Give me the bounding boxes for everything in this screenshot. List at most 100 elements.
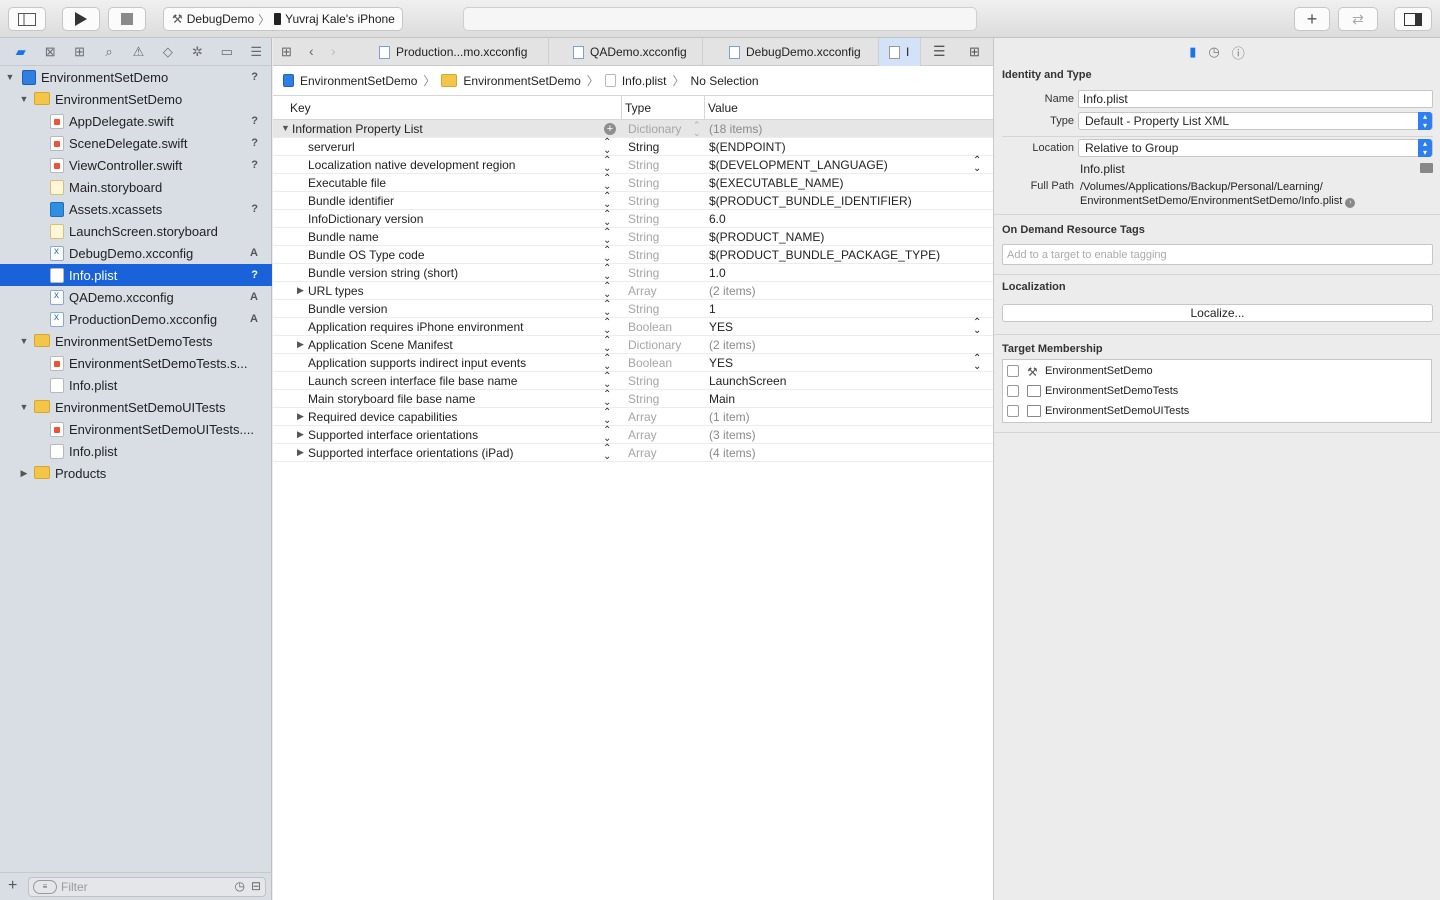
navigator-toggle-button[interactable] bbox=[8, 7, 46, 31]
report-tab[interactable]: ☰ bbox=[242, 38, 271, 66]
plist-type[interactable]: Array bbox=[628, 428, 657, 442]
plist-value[interactable]: $(ENDPOINT) bbox=[709, 140, 786, 154]
type-stepper-icon[interactable]: ⌃ ⌄ bbox=[693, 121, 701, 138]
add-file-icon[interactable]: + bbox=[8, 877, 17, 895]
plist-row[interactable]: Bundle version ⌃ ⌄ String 1 bbox=[273, 300, 993, 318]
disclosure-open-icon[interactable]: ▼ bbox=[4, 72, 16, 82]
disclosure-closed-icon[interactable]: ▶ bbox=[297, 429, 304, 440]
key-stepper-icon[interactable]: ⌃ ⌄ bbox=[603, 210, 611, 228]
reveal-arrow-icon[interactable]: › bbox=[1345, 198, 1356, 208]
plist-key[interactable]: Information Property List bbox=[292, 122, 423, 136]
localize-button[interactable]: Localize... bbox=[1002, 304, 1433, 322]
plist-type[interactable]: String bbox=[628, 194, 659, 208]
tree-item[interactable]: Info.plist bbox=[0, 440, 272, 462]
plist-value[interactable]: $(DEVELOPMENT_LANGUAGE) bbox=[709, 158, 888, 172]
plist-value[interactable]: (18 items) bbox=[709, 122, 762, 136]
tree-item[interactable]: DebugDemo.xcconfig A bbox=[0, 242, 272, 264]
plist-row[interactable]: Bundle name ⌃ ⌄ String $(PRODUCT_NAME) bbox=[273, 228, 993, 246]
key-stepper-icon[interactable]: ⌃ ⌄ bbox=[603, 174, 611, 192]
tree-item[interactable]: ProductionDemo.xcconfig A bbox=[0, 308, 272, 330]
disclosure-closed-icon[interactable]: ▶ bbox=[18, 468, 30, 479]
plist-type[interactable]: Dictionary bbox=[628, 338, 681, 352]
key-stepper-icon[interactable]: ⌃ ⌄ bbox=[603, 390, 611, 408]
disclosure-open-icon[interactable]: ▼ bbox=[18, 402, 30, 412]
key-stepper-icon[interactable]: ⌃ ⌄ bbox=[603, 192, 611, 210]
plist-key[interactable]: Bundle OS Type code bbox=[308, 248, 425, 262]
back-arrow-icon[interactable]: ‹ bbox=[309, 43, 314, 59]
disclosure-closed-icon[interactable]: ▶ bbox=[297, 339, 304, 350]
type-popup[interactable]: Default - Property List XML ▴ ▾ bbox=[1078, 112, 1433, 130]
tree-item[interactable]: ▶ Products bbox=[0, 462, 272, 484]
code-review-button[interactable]: ⇄ bbox=[1338, 7, 1378, 31]
folder-icon[interactable] bbox=[1420, 163, 1433, 173]
plist-key[interactable]: Application supports indirect input even… bbox=[308, 356, 526, 370]
plist-row[interactable]: Executable file ⌃ ⌄ String $(EXECUTABLE_NAME… bbox=[273, 174, 993, 192]
run-button[interactable] bbox=[62, 7, 100, 31]
tree-item[interactable]: EnvironmentSetDemoUITests.... bbox=[0, 418, 272, 440]
plist-key[interactable]: serverurl bbox=[308, 140, 355, 154]
breakpoint-tab[interactable]: ▭ bbox=[212, 38, 241, 66]
related-items-icon[interactable]: ⊞ bbox=[281, 44, 292, 60]
key-column-header[interactable]: Key bbox=[290, 101, 311, 115]
disclosure-open-icon[interactable]: ▼ bbox=[18, 336, 30, 346]
key-stepper-icon[interactable]: ⌃ ⌄ bbox=[603, 228, 611, 246]
disclosure-closed-icon[interactable]: ▶ bbox=[297, 411, 304, 422]
plist-key[interactable]: Required device capabilities bbox=[308, 410, 457, 424]
tree-item[interactable]: AppDelegate.swift? bbox=[0, 110, 272, 132]
value-popup-icon[interactable]: ⌃ ⌄ bbox=[973, 156, 981, 174]
disclosure-open-icon[interactable]: ▼ bbox=[18, 94, 30, 104]
recent-files-icon[interactable]: ◷ bbox=[235, 879, 245, 893]
plist-row[interactable]: ▶ URL types ⌃ ⌄ Array (2 items) bbox=[273, 282, 993, 300]
stop-button[interactable] bbox=[108, 7, 146, 31]
plist-key[interactable]: Supported interface orientations bbox=[308, 428, 478, 442]
plist-row[interactable]: ▶ Supported interface orientations (iPad)… bbox=[273, 444, 993, 462]
jumpbar-selection[interactable]: No Selection bbox=[691, 74, 759, 88]
plist-key[interactable]: Bundle identifier bbox=[308, 194, 394, 208]
add-item-icon[interactable]: + bbox=[604, 123, 616, 135]
target-checkbox[interactable] bbox=[1007, 365, 1019, 377]
symbol-tab[interactable]: ⊞ bbox=[65, 38, 94, 66]
column-divider[interactable] bbox=[621, 96, 622, 120]
tree-item[interactable]: ViewController.swift? bbox=[0, 154, 272, 176]
plist-key[interactable]: Localization native development region bbox=[308, 158, 515, 172]
test-tab[interactable]: ◇ bbox=[153, 38, 182, 66]
plist-type[interactable]: String bbox=[628, 374, 659, 388]
disclosure-closed-icon[interactable]: ▶ bbox=[297, 447, 304, 458]
tab-production-xcconfig[interactable]: Production...mo.xcconfig bbox=[369, 38, 549, 66]
plist-type[interactable]: String bbox=[628, 266, 659, 280]
plist-value[interactable]: Main bbox=[709, 392, 735, 406]
tree-item[interactable]: ▼ EnvironmentSetDemo? bbox=[0, 66, 272, 88]
help-inspector-icon[interactable]: ⓘ bbox=[1232, 43, 1245, 62]
target-row[interactable]: EnvironmentSetDemoUITests bbox=[1003, 401, 1431, 421]
plist-value[interactable]: 1.0 bbox=[709, 266, 726, 280]
history-inspector-icon[interactable]: ◷ bbox=[1208, 44, 1219, 60]
plist-type[interactable]: Boolean bbox=[628, 356, 672, 370]
filter-input[interactable]: ≡ Filter ◷ ⊟ bbox=[28, 877, 266, 897]
plist-type[interactable]: Boolean bbox=[628, 320, 672, 334]
plist-row[interactable]: ▶ Application Scene Manifest ⌃ ⌄ Dictionary (… bbox=[273, 336, 993, 354]
plist-key[interactable]: Bundle name bbox=[308, 230, 379, 244]
plist-value[interactable]: $(PRODUCT_BUNDLE_PACKAGE_TYPE) bbox=[709, 248, 940, 262]
plist-type[interactable]: String bbox=[628, 230, 659, 244]
key-stepper-icon[interactable]: ⌃ ⌄ bbox=[603, 246, 611, 264]
name-field[interactable]: Info.plist bbox=[1078, 90, 1433, 108]
tree-item[interactable]: QADemo.xcconfig A bbox=[0, 286, 272, 308]
tab-debugdemo-xcconfig[interactable]: DebugDemo.xcconfig bbox=[719, 38, 879, 66]
tree-item[interactable]: EnvironmentSetDemoTests.s... bbox=[0, 352, 272, 374]
value-column-header[interactable]: Value bbox=[708, 101, 738, 115]
key-stepper-icon[interactable]: ⌃ ⌄ bbox=[603, 282, 611, 300]
source-control-filter-icon[interactable]: ⊟ bbox=[251, 879, 261, 893]
plist-type[interactable]: String bbox=[628, 248, 659, 262]
debug-tab[interactable]: ✲ bbox=[183, 38, 212, 66]
plist-type[interactable]: String bbox=[628, 140, 659, 154]
plist-row[interactable]: Bundle identifier ⌃ ⌄ String $(PRODUCT_BUNDL… bbox=[273, 192, 993, 210]
plist-row[interactable]: Localization native development region ⌃ ⌄… bbox=[273, 156, 993, 174]
odr-tags-field[interactable]: Add to a target to enable tagging bbox=[1002, 244, 1433, 265]
plist-key[interactable]: Bundle version string (short) bbox=[308, 266, 458, 280]
key-stepper-icon[interactable]: ⌃ ⌄ bbox=[603, 408, 611, 426]
plist-row[interactable]: Bundle version string (short) ⌃ ⌄ String 1.0 bbox=[273, 264, 993, 282]
key-stepper-icon[interactable]: ⌃ ⌄ bbox=[603, 426, 611, 444]
key-stepper-icon[interactable]: ⌃ ⌄ bbox=[603, 264, 611, 282]
plist-key[interactable]: Application Scene Manifest bbox=[308, 338, 453, 352]
forward-arrow-icon[interactable]: › bbox=[331, 43, 336, 59]
